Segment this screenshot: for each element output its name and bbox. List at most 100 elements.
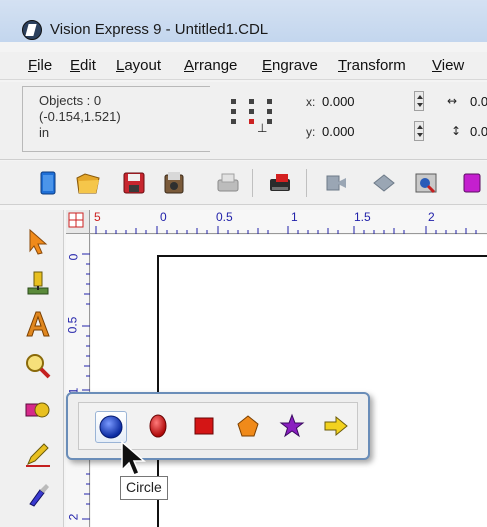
toolbar-separator: [252, 169, 253, 197]
star-icon: [279, 413, 305, 438]
menu-transform[interactable]: Transform: [338, 57, 406, 74]
x-label: x:: [306, 95, 316, 109]
ellipse-shape-button[interactable]: [143, 411, 175, 443]
engrave-tool-icon[interactable]: [22, 268, 54, 300]
engrave-output-icon[interactable]: [266, 169, 294, 197]
pencil-tool-icon[interactable]: [22, 438, 54, 470]
ruler-label: 0: [66, 253, 81, 261]
new-icon[interactable]: [34, 169, 62, 197]
ruler-label: 0.5: [216, 210, 233, 224]
color-icon[interactable]: [458, 169, 486, 197]
cursor-coords: (-0.154,1.521): [39, 109, 121, 124]
objects-count: Objects : 0: [39, 93, 102, 108]
circle-icon: [99, 415, 123, 439]
arrow-icon: [324, 415, 348, 437]
shape-tooltip: Circle: [120, 476, 168, 500]
polygon-shape-button[interactable]: [233, 411, 265, 443]
menu-file-mnemonic: F: [28, 57, 38, 74]
mouse-pointer-icon: [121, 440, 147, 476]
ruler-label: 2: [66, 513, 81, 521]
ruler-ticks: [95, 226, 477, 234]
anchor-point-grid[interactable]: ⊥: [231, 99, 275, 143]
rectangle-icon: [194, 417, 214, 435]
menu-engrave-mnemonic: E: [262, 57, 273, 74]
title-bar: Vision Express 9 - Untitled1.CDL: [0, 0, 487, 42]
menu-engrave-label: ngrave: [272, 57, 318, 74]
y-spinner[interactable]: [414, 121, 424, 141]
anchor-point[interactable]: [249, 109, 254, 114]
menu-engrave[interactable]: Engrave: [262, 57, 318, 74]
text-tool-icon[interactable]: [22, 308, 54, 340]
ruler-label: 0.5: [65, 316, 80, 334]
x-position-field[interactable]: [322, 91, 402, 111]
ruler-label: 1.5: [354, 210, 371, 224]
y-position-field[interactable]: [322, 121, 402, 141]
polygon-icon: [237, 415, 259, 437]
anchor-point[interactable]: [267, 99, 272, 104]
shapes-flyout: [66, 392, 370, 460]
menu-arrange-mnemonic: A: [184, 57, 195, 74]
star-shape-button[interactable]: [277, 411, 309, 443]
menu-layout[interactable]: Layout: [116, 57, 161, 74]
menu-view[interactable]: View: [432, 57, 464, 74]
width-icon: ↔: [447, 94, 458, 108]
app-logo-icon[interactable]: [22, 20, 42, 40]
page-outline: [157, 255, 487, 527]
shapes-tool-icon[interactable]: [22, 394, 54, 426]
zoom-tool-icon[interactable]: [22, 350, 54, 382]
anchor-point[interactable]: [267, 119, 272, 124]
toolbar-separator: [306, 169, 307, 197]
vertical-ruler: 0 0.5 1 2: [65, 234, 90, 527]
rectangle-shape-button[interactable]: [189, 411, 221, 443]
anchor-point[interactable]: [267, 109, 272, 114]
property-bar: Objects : 0 (-0.154,1.521) in ⊥ x: y: ↔ …: [0, 82, 487, 160]
menu-file[interactable]: File: [28, 57, 52, 74]
anchor-point[interactable]: [249, 99, 254, 104]
menu-edit[interactable]: Edit: [70, 57, 96, 74]
menu-arrange-label: rrange: [194, 57, 238, 74]
menu-edit-mnemonic: E: [70, 57, 81, 74]
objects-info-panel: Objects : 0 (-0.154,1.521) in: [22, 86, 210, 152]
units-label: in: [39, 125, 50, 140]
anchor-point-selected[interactable]: [249, 119, 254, 124]
undo-icon[interactable]: [322, 169, 350, 197]
select-tool-icon[interactable]: [22, 226, 54, 258]
horizontal-ruler: 5 0 0.5 1 1.5 2: [66, 210, 487, 234]
menu-arrange[interactable]: Arrange: [184, 57, 237, 74]
menu-view-mnemonic: V: [432, 57, 442, 74]
y-label: y:: [306, 125, 316, 139]
redo-icon[interactable]: [370, 169, 398, 197]
ruler-ticks: [82, 253, 90, 520]
tool-palette: [0, 210, 64, 527]
app-window: Vision Express 9 - Untitled1.CDL File Ed…: [0, 0, 487, 527]
menu-view-label: iew: [441, 57, 465, 74]
anchor-point[interactable]: [231, 109, 236, 114]
menu-transform-mnemonic: T: [338, 57, 347, 74]
ellipse-icon: [149, 414, 167, 438]
arrow-shape-button[interactable]: [321, 411, 353, 443]
height-field[interactable]: 0.0: [470, 124, 487, 139]
anchor-move-icon: ⊥: [257, 121, 268, 135]
main-toolbar: [0, 161, 487, 205]
ruler-label: 2: [428, 210, 435, 224]
ruler-origin-button[interactable]: [66, 210, 90, 234]
menu-file-label: ile: [37, 57, 53, 74]
anchor-point[interactable]: [231, 119, 236, 124]
x-spinner[interactable]: [414, 91, 424, 111]
height-icon: ↕: [451, 124, 462, 138]
circle-shape-button[interactable]: [95, 411, 127, 443]
ruler-label: 5: [94, 210, 101, 224]
zoom-page-icon[interactable]: [412, 169, 440, 197]
ruler-label: 0: [160, 210, 167, 224]
anchor-point[interactable]: [231, 99, 236, 104]
menu-layout-label: ayout: [124, 57, 162, 74]
brush-tool-icon[interactable]: [22, 480, 54, 512]
width-field[interactable]: 0.0: [470, 94, 487, 109]
print-icon[interactable]: [214, 169, 242, 197]
import-icon[interactable]: [160, 169, 188, 197]
ruler-origin-icon: [68, 212, 84, 228]
ruler-label: 1: [291, 210, 298, 224]
open-icon[interactable]: [74, 169, 102, 197]
menu-bar: File Edit Layout Arrange Engrave Transfo…: [0, 52, 487, 80]
save-icon[interactable]: [120, 169, 148, 197]
